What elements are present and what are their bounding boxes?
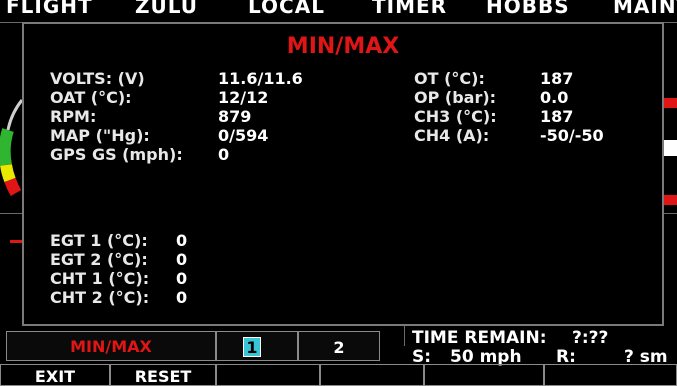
oat-value: 12/12	[218, 88, 269, 107]
egt2-label: EGT 2 (°C):	[50, 250, 148, 269]
exit-button[interactable]: EXIT	[0, 364, 110, 386]
gps-gs-value: 0	[218, 145, 230, 164]
softkey-6[interactable]	[544, 364, 677, 386]
page-1-label: 1	[246, 338, 258, 357]
tab-zulu[interactable]: ZULU	[135, 0, 198, 18]
divider	[664, 213, 677, 214]
time-remain-label: TIME REMAIN:	[412, 328, 547, 348]
page-1-button[interactable]: 1	[216, 331, 298, 361]
op-value: 0.0	[540, 88, 569, 107]
cht1-label: CHT 1 (°C):	[50, 269, 150, 288]
softkey-4[interactable]	[320, 364, 424, 386]
reset-label: RESET	[134, 367, 192, 386]
gauge-marker	[10, 240, 22, 243]
divider	[0, 213, 22, 214]
mode-indicator[interactable]: MIN/MAX	[6, 331, 216, 361]
volts-value: 11.6/11.6	[218, 69, 303, 88]
map-value: 0/594	[218, 126, 269, 145]
tab-maint[interactable]: MAINT	[613, 0, 677, 18]
gauge-marker	[664, 195, 677, 205]
tab-hobbs[interactable]: HOBBS	[486, 0, 570, 18]
ch4-label: CH4 (A):	[414, 126, 490, 145]
divider	[404, 326, 405, 346]
ot-value: 187	[540, 69, 574, 88]
gps-gs-label: GPS GS (mph):	[50, 145, 183, 164]
egt2-value: 0	[176, 250, 188, 269]
ch3-value: 187	[540, 107, 574, 126]
ot-label: OT (°C):	[414, 69, 485, 88]
cht2-label: CHT 2 (°C):	[50, 288, 150, 307]
rpm-value: 879	[218, 107, 252, 126]
gauge-arc	[0, 99, 24, 197]
volts-label: VOLTS: (V)	[50, 69, 145, 88]
tab-timer[interactable]: TIMER	[372, 0, 447, 18]
page-2-button[interactable]: 2	[298, 331, 380, 361]
ch4-value: -50/-50	[540, 126, 604, 145]
mode-label: MIN/MAX	[70, 337, 152, 356]
softkey-3[interactable]	[216, 364, 320, 386]
cht1-value: 0	[176, 269, 188, 288]
minmax-dialog: MIN/MAX VOLTS: (V) 11.6/11.6 OAT (°C): 1…	[22, 22, 664, 326]
egt1-value: 0	[176, 231, 188, 250]
cht2-value: 0	[176, 288, 188, 307]
page-2-label: 2	[333, 338, 345, 357]
reset-button[interactable]: RESET	[110, 364, 216, 386]
op-label: OP (bar):	[414, 88, 497, 107]
oat-label: OAT (°C):	[50, 88, 132, 107]
gauge-marker	[664, 98, 677, 108]
tab-local[interactable]: LOCAL	[248, 0, 325, 18]
dialog-title: MIN/MAX	[286, 34, 400, 59]
map-label: MAP ("Hg):	[50, 126, 150, 145]
tab-flight[interactable]: FLIGHT	[6, 0, 93, 18]
rpm-label: RPM:	[50, 107, 97, 126]
time-remain-value: ?:??	[572, 328, 609, 348]
exit-label: EXIT	[34, 367, 76, 386]
ch3-label: CH3 (°C):	[414, 107, 497, 126]
softkey-5[interactable]	[424, 364, 544, 386]
egt1-label: EGT 1 (°C):	[50, 231, 148, 250]
gauge-marker	[664, 140, 677, 156]
